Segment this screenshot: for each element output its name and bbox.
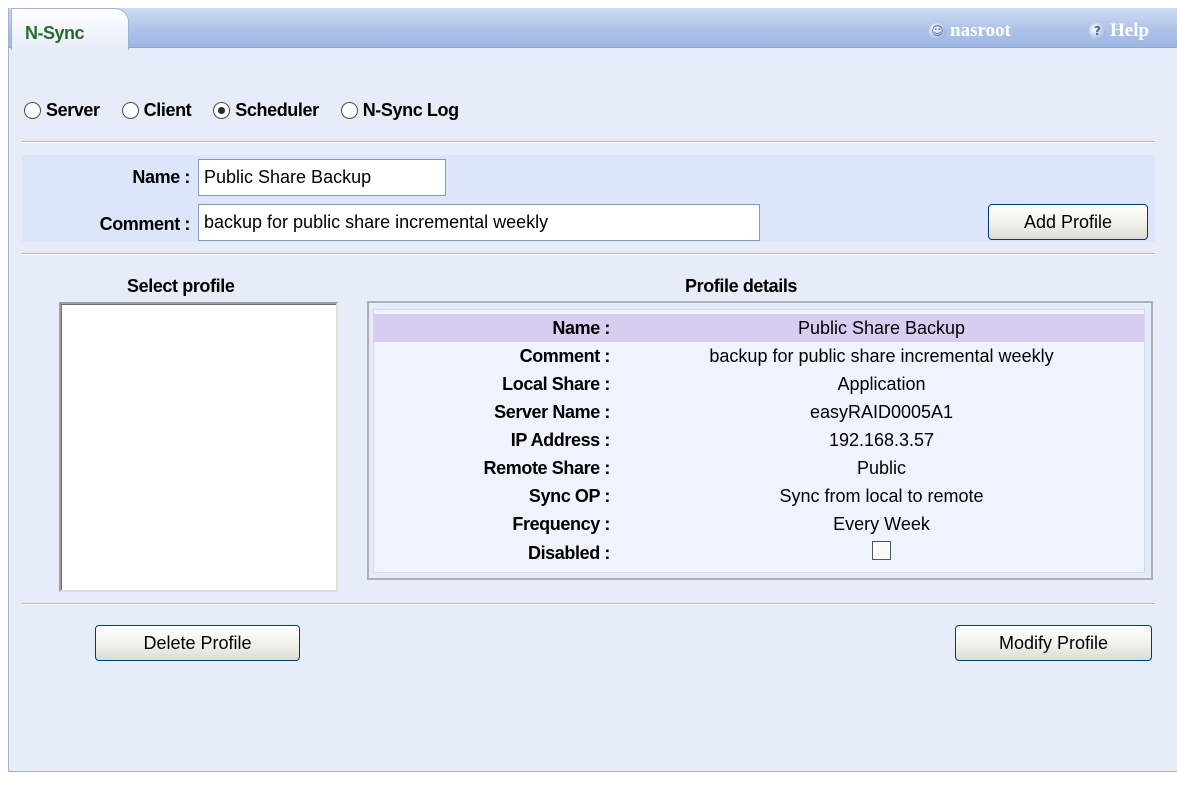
radio-client[interactable]: Client [121, 100, 192, 121]
radio-client-circle[interactable] [121, 102, 139, 119]
detail-value-sync-op: Sync from local to remote [779, 485, 984, 506]
detail-value-server-name: easyRAID0005A1 [809, 401, 954, 422]
tab-nsync[interactable]: N-Sync [11, 8, 129, 50]
profile-details-table: Name : Public Share Backup Comment : bac… [373, 309, 1145, 573]
name-input[interactable] [198, 159, 446, 196]
help-link[interactable]: ? Help [1089, 20, 1149, 42]
disabled-checkbox[interactable] [872, 541, 891, 560]
detail-value-name: Public Share Backup [797, 317, 966, 338]
delete-profile-button[interactable]: Delete Profile [95, 625, 300, 661]
detail-key-local-share: Local Share : [502, 373, 610, 394]
detail-key-comment: Comment : [519, 345, 611, 366]
detail-row-local-share: Local Share : Application [374, 370, 1144, 398]
radio-scheduler-label: Scheduler [235, 100, 319, 120]
user-icon: ☺ [929, 22, 946, 40]
tab-nsync-label: N-Sync [25, 23, 85, 43]
detail-value-ip-address: 192.168.3.57 [828, 429, 935, 450]
detail-value-comment: backup for public share incremental week… [709, 345, 1054, 366]
comment-input[interactable] [198, 204, 760, 241]
detail-row-comment: Comment : backup for public share increm… [374, 342, 1144, 370]
radio-server-label: Server [46, 100, 100, 120]
detail-row-disabled: Disabled : [374, 539, 1144, 567]
divider-bottom [22, 603, 1155, 605]
top-bar: N-Sync ☺ nasroot ? Help [9, 8, 1177, 50]
detail-key-remote-share: Remote Share : [483, 457, 611, 478]
profile-details-title: Profile details [685, 276, 798, 296]
radio-server[interactable]: Server [24, 100, 100, 121]
detail-row-ip-address: IP Address : 192.168.3.57 [374, 426, 1144, 454]
radio-scheduler-circle[interactable] [213, 102, 231, 119]
radio-scheduler[interactable]: Scheduler [213, 100, 319, 121]
divider-middle [22, 253, 1155, 255]
detail-value-disabled [629, 541, 1134, 565]
add-profile-button[interactable]: Add Profile [988, 204, 1148, 240]
detail-key-ip-address: IP Address : [510, 429, 611, 450]
radio-nsync-log-circle[interactable] [340, 102, 358, 119]
profile-listbox[interactable] [59, 302, 338, 592]
detail-key-frequency: Frequency : [512, 513, 610, 534]
detail-row-remote-share: Remote Share : Public [374, 454, 1144, 482]
detail-key-disabled: Disabled : [527, 542, 610, 563]
select-profile-title: Select profile [127, 276, 235, 296]
name-label: Name : [132, 167, 190, 187]
detail-value-frequency: Every Week [833, 513, 930, 534]
detail-value-local-share: Application [837, 373, 926, 394]
comment-label: Comment : [99, 214, 191, 234]
detail-key-name: Name : [552, 317, 610, 338]
radio-client-label: Client [143, 100, 192, 120]
user-label: nasroot [950, 20, 1011, 41]
radio-nsync-log[interactable]: N-Sync Log [340, 100, 459, 121]
help-label: Help [1110, 20, 1150, 41]
detail-row-sync-op: Sync OP : Sync from local to remote [374, 482, 1144, 510]
detail-value-remote-share: Public [856, 457, 907, 478]
radio-server-circle[interactable] [24, 102, 41, 119]
mode-radio-group: Server Client Scheduler N-Sync Log [24, 100, 481, 121]
detail-row-name: Name : Public Share Backup [374, 314, 1144, 342]
radio-nsync-log-label: N-Sync Log [362, 100, 459, 120]
divider-top [22, 141, 1155, 143]
detail-key-sync-op: Sync OP : [528, 485, 611, 506]
help-icon: ? [1089, 22, 1106, 40]
user-link[interactable]: ☺ nasroot [929, 20, 1011, 42]
detail-key-server-name: Server Name : [494, 401, 610, 422]
detail-row-server-name: Server Name : easyRAID0005A1 [374, 398, 1144, 426]
detail-row-frequency: Frequency : Every Week [374, 510, 1144, 538]
profile-details-panel: Name : Public Share Backup Comment : bac… [367, 301, 1153, 580]
modify-profile-button[interactable]: Modify Profile [955, 625, 1152, 661]
